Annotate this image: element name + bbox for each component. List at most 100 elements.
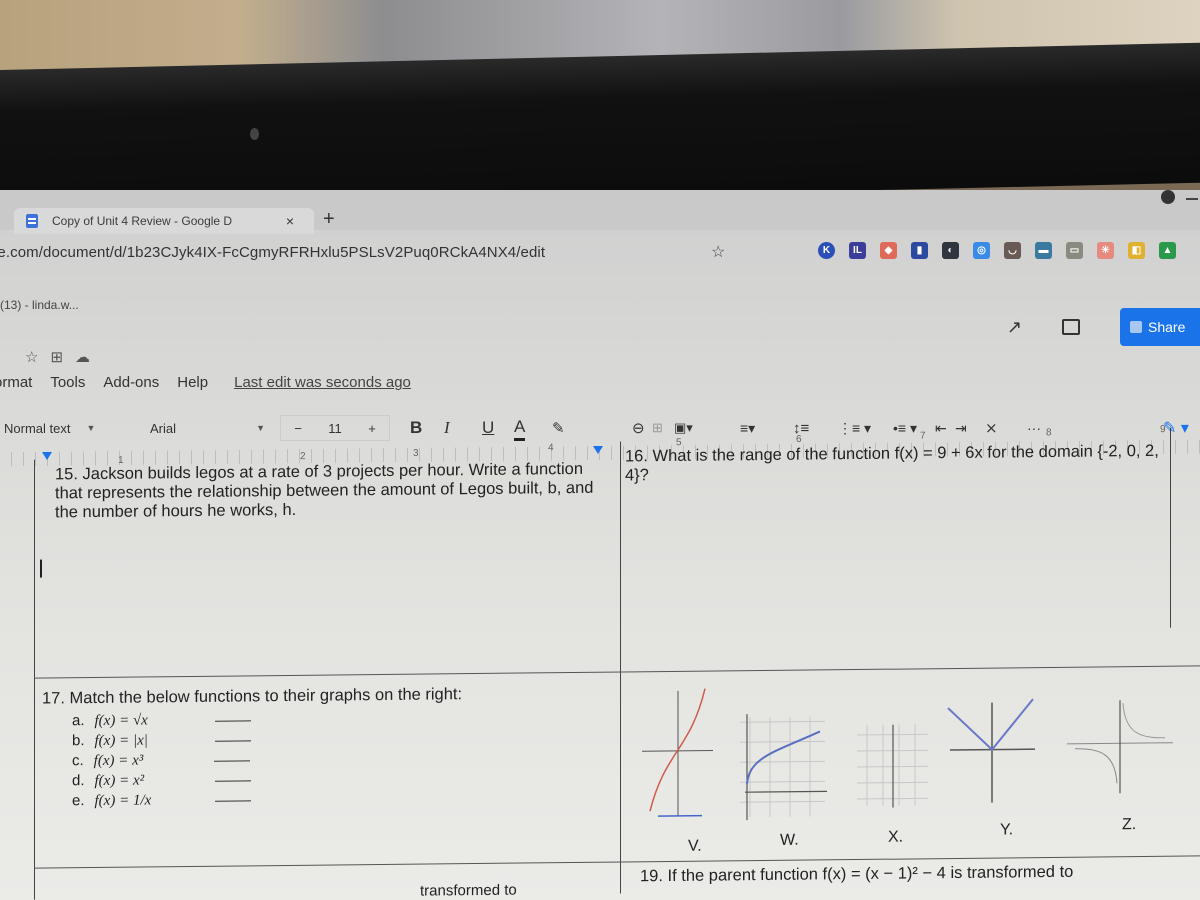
question-15[interactable]: 15. Jackson builds legos at a rate of 3 … bbox=[55, 460, 615, 523]
paragraph-style-select[interactable]: Normal text ▼ bbox=[4, 412, 95, 444]
tab-title: Copy of Unit 4 Review - Google D bbox=[52, 214, 233, 228]
menu-help[interactable]: Help bbox=[177, 374, 208, 391]
question-19[interactable]: 19. If the parent function f(x) = (x − 1… bbox=[640, 861, 1200, 886]
graph-label-y: Y. bbox=[1000, 821, 1014, 839]
graph-z-reciprocal bbox=[1065, 698, 1175, 799]
move-folder-icon[interactable]: ⊞ bbox=[50, 348, 63, 366]
document-page: 15. Jackson builds legos at a rate of 3 … bbox=[0, 427, 1200, 900]
last-edit-link[interactable]: Last edit was seconds ago bbox=[234, 374, 411, 391]
clear-formatting-icon[interactable]: ⨯ bbox=[985, 412, 998, 444]
blue-extension-icon[interactable]: ◎ bbox=[973, 242, 990, 259]
tab-google-doc[interactable]: Copy of Unit 4 Review - Google D × bbox=[14, 208, 314, 234]
url-text[interactable]: le.com/document/d/1b23CJyk4IX-FcCgmyRFRH… bbox=[0, 244, 545, 261]
minimize-button[interactable] bbox=[1186, 198, 1198, 200]
font-value: Arial bbox=[150, 420, 177, 436]
dark-extension-icon[interactable]: ◐ bbox=[942, 242, 959, 259]
answer-blank[interactable] bbox=[213, 749, 250, 762]
star-extension-icon[interactable]: ✳ bbox=[1097, 242, 1114, 259]
answer-blank[interactable] bbox=[214, 769, 251, 782]
list-item: c. f(x) = x³ bbox=[72, 749, 251, 771]
star-icon[interactable]: ☆ bbox=[25, 348, 38, 366]
comments-icon[interactable] bbox=[1062, 319, 1080, 335]
text-color-button[interactable]: A bbox=[514, 415, 526, 441]
ruler-tick: 9 bbox=[1160, 424, 1166, 436]
question-18-fragment: transformed to bbox=[420, 881, 517, 900]
bold-button[interactable]: B bbox=[410, 412, 422, 444]
graph-label-v: V. bbox=[688, 837, 702, 855]
menu-bar: ormat Tools Add-ons Help Last edit was s… bbox=[0, 374, 411, 391]
bookmarks-bar: (13) - linda.w... bbox=[0, 298, 79, 312]
graph-label-w: W. bbox=[780, 831, 799, 849]
profile-icon[interactable] bbox=[1161, 190, 1175, 204]
ruler-tick: 8 bbox=[1046, 427, 1052, 439]
item-expression: f(x) = |x| bbox=[94, 732, 148, 750]
answer-blank[interactable] bbox=[214, 709, 251, 722]
question-16[interactable]: 16. What is the range of the function f(… bbox=[625, 442, 1185, 486]
menu-addons[interactable]: Add-ons bbox=[103, 374, 159, 391]
answer-blank[interactable] bbox=[214, 789, 251, 802]
share-button[interactable]: Share bbox=[1120, 308, 1200, 346]
cloud-saved-icon[interactable]: ☁ bbox=[75, 348, 90, 366]
align-icon[interactable]: ≡▾ bbox=[740, 412, 755, 444]
menu-tools[interactable]: Tools bbox=[50, 374, 85, 391]
screen-extension-icon[interactable]: ▭ bbox=[1066, 242, 1083, 259]
address-bar[interactable]: le.com/document/d/1b23CJyk4IX-FcCgmyRFRH… bbox=[0, 234, 1200, 270]
close-tab-icon[interactable]: × bbox=[286, 213, 294, 229]
text-cursor bbox=[40, 559, 42, 578]
decrease-indent-icon[interactable]: ⇤ bbox=[935, 412, 947, 444]
item-expression: f(x) = √x bbox=[94, 712, 148, 730]
graph-label-x: X. bbox=[888, 828, 904, 846]
graph-w-sqrt bbox=[735, 711, 830, 822]
more-options-icon[interactable]: ··· bbox=[1027, 412, 1041, 444]
share-lock-icon bbox=[1130, 321, 1142, 333]
graph-y-absolute bbox=[945, 697, 1040, 808]
underline-button[interactable]: U bbox=[482, 412, 494, 444]
table-border bbox=[34, 459, 35, 900]
list-item: b. f(x) = |x| bbox=[72, 729, 251, 751]
numbered-list-icon[interactable]: ⋮≡ ▾ bbox=[838, 412, 871, 444]
doc-title-icons: ☆ ⊞ ☁ bbox=[25, 348, 90, 366]
item-letter: b. bbox=[72, 732, 85, 750]
laptop-bezel bbox=[0, 42, 1200, 211]
browser-window: Copy of Unit 4 Review - Google D × + le.… bbox=[0, 190, 1200, 900]
answer-blank[interactable] bbox=[214, 729, 251, 742]
item-expression: f(x) = 1/x bbox=[94, 792, 152, 810]
italic-button[interactable]: I bbox=[444, 412, 450, 444]
new-tab-button[interactable]: + bbox=[323, 208, 335, 231]
ruler-tick: 6 bbox=[796, 433, 802, 445]
graph-x-reciprocal-faint bbox=[855, 722, 930, 808]
paragraph-style-value: Normal text bbox=[4, 420, 71, 436]
font-size-input[interactable]: 11 bbox=[328, 421, 342, 436]
question-17-title[interactable]: 17. Match the below functions to their g… bbox=[42, 684, 602, 709]
drive-extension-icon[interactable]: ▲ bbox=[1159, 242, 1176, 259]
reader-extension-icon[interactable]: ▮ bbox=[911, 242, 928, 259]
increase-font-size-button[interactable]: + bbox=[368, 421, 376, 436]
header-actions: ↗ Share bbox=[1007, 308, 1200, 346]
font-select[interactable]: Arial ▼ bbox=[150, 412, 265, 444]
highlight-pen-icon[interactable]: ✎ bbox=[552, 412, 565, 444]
decrease-font-size-button[interactable]: − bbox=[294, 421, 302, 436]
bookmark-item[interactable]: (13) - linda.w... bbox=[0, 298, 79, 312]
increase-indent-icon[interactable]: ⇥ bbox=[955, 412, 967, 444]
font-size-control: − 11 + bbox=[280, 415, 390, 441]
shield-extension-icon[interactable]: ◧ bbox=[1128, 242, 1145, 259]
google-docs-icon bbox=[26, 214, 38, 228]
menu-format[interactable]: ormat bbox=[0, 374, 32, 391]
tab-strip: Copy of Unit 4 Review - Google D × + bbox=[0, 190, 1200, 234]
add-comment-icon[interactable]: ⊞ bbox=[652, 412, 663, 444]
insert-link-icon[interactable]: ⊖ bbox=[632, 412, 645, 444]
arrow-extension-icon[interactable]: ◆ bbox=[880, 242, 897, 259]
bookmark-star-icon[interactable]: ☆ bbox=[711, 242, 725, 262]
share-label: Share bbox=[1148, 319, 1186, 335]
k-extension-icon[interactable]: K bbox=[818, 242, 835, 259]
cup-extension-icon[interactable]: ◡ bbox=[1004, 242, 1021, 259]
chevron-down-icon: ▼ bbox=[86, 423, 96, 433]
photo-extension-icon[interactable]: ▬ bbox=[1035, 242, 1052, 259]
activity-dashboard-icon[interactable]: ↗ bbox=[1007, 317, 1022, 338]
list-item: e. f(x) = 1/x bbox=[72, 789, 251, 811]
bulleted-list-icon[interactable]: •≡ ▾ bbox=[893, 412, 917, 444]
il-extension-icon[interactable]: IL bbox=[849, 242, 866, 259]
item-expression: f(x) = x³ bbox=[93, 752, 144, 770]
formatting-toolbar: Normal text ▼ Arial ▼ − 11 + B I U A ✎ ⊖… bbox=[0, 412, 1200, 444]
graph-label-z: Z. bbox=[1122, 816, 1137, 834]
